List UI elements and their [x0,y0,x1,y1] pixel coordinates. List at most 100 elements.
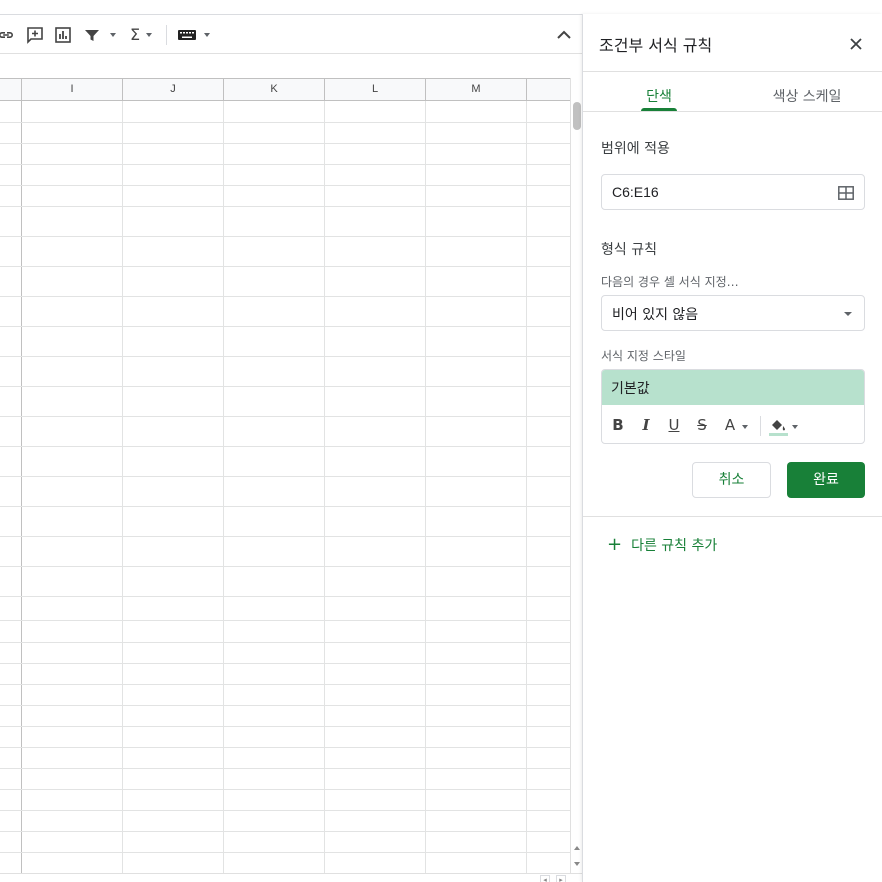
scroll-right-arrow-icon[interactable]: ▸ [556,875,566,882]
grid-row-line [0,386,570,387]
insert-chart-button[interactable] [53,25,73,45]
format-style-box: 기본값 B I U S A [601,369,865,444]
column-header-k[interactable]: K [224,79,325,101]
scroll-left-arrow-icon[interactable]: ◂ [540,875,550,882]
grid-row-line [0,789,570,790]
bold-button[interactable]: B [610,416,626,434]
underline-button[interactable]: U [666,416,682,434]
column-header-l[interactable]: L [325,79,426,101]
toolbar-separator [166,25,167,45]
grid-row-line [0,536,570,537]
grid-row-line [0,416,570,417]
format-style-toolbar: B I U S A [602,406,864,443]
functions-icon: Σ [130,25,141,44]
grid-column-line [324,101,325,873]
grid-column-line [223,101,224,873]
grid-row-line [0,122,570,123]
grid-row-line [0,726,570,727]
grid-row-line [0,296,570,297]
grid-row-line [0,143,570,144]
grid-row-line [0,684,570,685]
column-header-h[interactable] [0,79,22,101]
grid-row-line [0,566,570,567]
italic-button[interactable]: I [638,416,654,434]
fill-color-icon [768,420,788,440]
chevron-down-icon [110,33,116,37]
grid-row-line [0,266,570,267]
grid-row-line [0,768,570,769]
column-header-m[interactable]: M [426,79,527,101]
fill-color-button[interactable] [768,416,788,436]
sidebar-divider [583,516,882,517]
format-toolbar-separator [760,416,761,436]
grid-row-line [0,326,570,327]
select-range-icon[interactable] [838,185,854,200]
condition-dropdown[interactable]: 비어 있지 않음 [601,295,865,331]
grid-row-line [0,236,570,237]
close-sidebar-button[interactable] [845,34,867,56]
grid-row-line [0,852,570,853]
grid-column-line [21,101,22,873]
grid-row-line [0,506,570,507]
grid-row-line [0,446,570,447]
tabs-divider [583,111,882,112]
range-input[interactable]: C6:E16 [601,174,865,210]
format-rules-label: 형식 규칙 [601,242,657,258]
format-style-label: 서식 지정 스타일 [601,349,686,363]
chevron-down-icon [742,425,748,429]
close-icon [849,36,863,55]
done-button[interactable]: 완료 [787,462,865,498]
grid-row-line [0,831,570,832]
add-comment-icon [25,25,45,45]
root: { "toolbar": { "icons": ["link-icon", "a… [0,0,882,882]
column-header-i[interactable]: I [22,79,123,101]
style-preview[interactable]: 기본값 [602,370,864,405]
insert-chart-icon [53,25,73,45]
grid-column-line [425,101,426,873]
insert-comment-button[interactable] [25,25,45,45]
input-tools-button[interactable] [177,25,210,45]
grid-row-line [0,620,570,621]
condition-dropdown-value: 비어 있지 않음 [612,307,699,323]
scroll-up-arrow-icon[interactable] [574,846,580,850]
filter-button[interactable] [83,25,116,45]
column-header-n[interactable] [527,79,570,101]
spreadsheet-grid[interactable] [0,101,570,873]
grid-row-line [0,476,570,477]
horizontal-scrollbar[interactable]: ◂ ▸ [0,873,582,882]
sidebar-divider [583,71,882,72]
grid-row-line [0,185,570,186]
vertical-scrollbar[interactable] [570,78,582,874]
column-header-row: I J K L M [0,78,570,101]
grid-row-line [0,596,570,597]
grid-row-line [0,747,570,748]
cancel-button[interactable]: 취소 [692,462,771,498]
chevron-down-icon [204,33,210,37]
filter-icon [83,25,101,45]
grid-column-line [122,101,123,873]
plus-icon: + [607,534,623,555]
conditional-format-sidebar: 조건부 서식 규칙 단색 색상 스케일 범위에 적용 C6:E16 형식 규칙 … [582,14,882,882]
text-color-button[interactable]: A [722,416,738,434]
link-icon [0,25,16,45]
column-header-j[interactable]: J [123,79,224,101]
chevron-down-icon [146,33,153,37]
add-rule-button[interactable]: + 다른 규칙 추가 [607,535,717,555]
range-input-value: C6:E16 [612,184,659,200]
add-rule-label: 다른 규칙 추가 [631,538,718,554]
vertical-scrollbar-thumb[interactable] [573,102,581,130]
insert-link-button[interactable] [0,25,16,45]
grid-column-line [526,101,527,873]
grid-row-line [0,810,570,811]
tab-color-scale[interactable]: 색상 스케일 [765,86,849,106]
tab-single-color[interactable]: 단색 [643,86,675,106]
chevron-up-icon [556,25,572,45]
functions-button[interactable]: Σ [130,25,153,45]
collapse-toolbar-button[interactable] [556,25,572,45]
scroll-down-arrow-icon[interactable] [574,862,580,866]
grid-row-line [0,663,570,664]
grid-row-line [0,164,570,165]
strikethrough-button[interactable]: S [694,416,710,434]
condition-label: 다음의 경우 셀 서식 지정… [601,275,739,289]
chevron-down-icon [844,312,852,316]
